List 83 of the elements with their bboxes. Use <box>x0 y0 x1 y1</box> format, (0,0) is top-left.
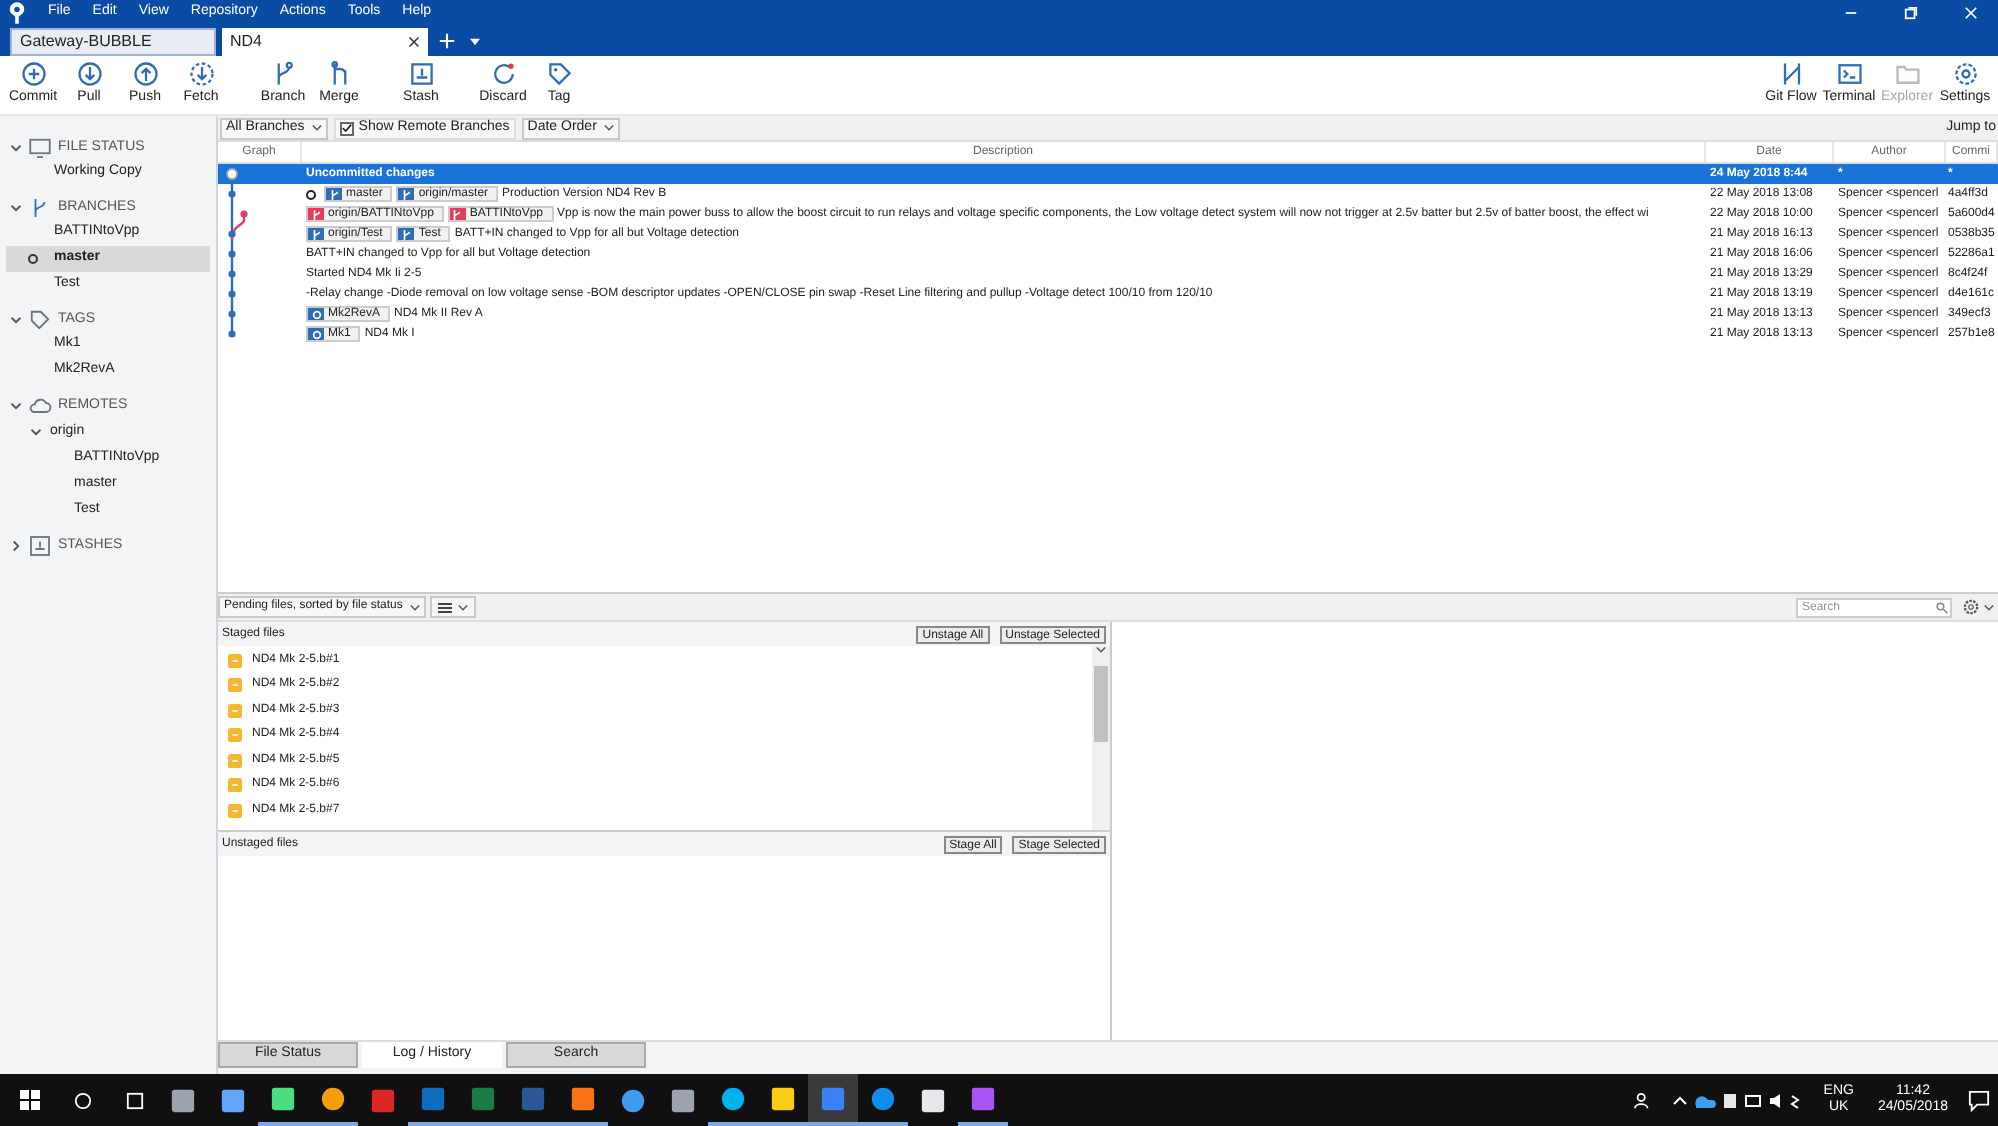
chevron-icon[interactable] <box>10 540 22 552</box>
caret-icon <box>1096 646 1106 654</box>
dropdown-icon[interactable] <box>470 38 480 46</box>
stash-icon <box>28 534 52 558</box>
modified-file-icon <box>228 753 242 768</box>
chevron-icon[interactable] <box>10 314 22 326</box>
branch-icon <box>452 209 463 219</box>
settings-icon <box>1951 60 1979 89</box>
repo-tab[interactable]: Gateway-BUBBLE <box>10 28 216 56</box>
chevron-icon[interactable] <box>30 426 42 438</box>
scrollbar[interactable] <box>1092 646 1110 830</box>
caret-icon <box>604 124 615 132</box>
fetch-icon <box>187 60 215 89</box>
app-icon <box>570 1085 596 1111</box>
restore-icon[interactable] <box>1904 5 1918 19</box>
commit-dot[interactable] <box>228 250 236 258</box>
app-icon <box>820 1085 846 1111</box>
people-icon[interactable] <box>1633 1091 1652 1109</box>
commit-icon <box>19 60 47 89</box>
settings-icon[interactable] <box>1962 598 1980 616</box>
commit-dot[interactable] <box>228 230 236 238</box>
app-icon <box>220 1087 246 1113</box>
caret-icon <box>1984 603 1994 611</box>
discard-icon <box>489 60 517 89</box>
cloud-icon <box>28 394 52 418</box>
branch-icon <box>311 209 321 219</box>
task-view-icon[interactable] <box>124 1091 146 1109</box>
commit-dot[interactable] <box>226 168 238 180</box>
branch-icon <box>401 189 412 199</box>
modified-file-icon <box>228 653 242 668</box>
caret-icon <box>410 603 421 611</box>
app-icon <box>670 1087 696 1113</box>
stash-icon <box>407 60 435 89</box>
repo-tab[interactable]: ND4 <box>222 28 428 56</box>
caret-icon <box>458 603 469 611</box>
app-icon <box>920 1087 946 1113</box>
modified-file-icon <box>228 803 242 818</box>
commit-dot[interactable] <box>228 270 236 278</box>
commit-dot[interactable] <box>240 210 248 218</box>
app-icon <box>320 1085 346 1111</box>
modified-file-icon <box>228 728 242 743</box>
commit-dot[interactable] <box>228 290 236 298</box>
pull-icon <box>75 60 103 89</box>
add-tab-icon[interactable] <box>438 32 456 50</box>
commit-dot[interactable] <box>228 330 236 338</box>
tag-icon <box>28 308 52 332</box>
search-icon <box>1936 601 1948 613</box>
modified-file-icon <box>228 778 242 793</box>
app-icon <box>620 1087 646 1113</box>
push-icon <box>131 60 159 89</box>
app-icon <box>470 1085 496 1111</box>
commit-dot[interactable] <box>228 190 236 198</box>
app-icon <box>720 1085 746 1111</box>
branch-icon <box>329 189 339 199</box>
view-mode-dropdown[interactable] <box>430 596 477 618</box>
app-icon <box>370 1087 396 1113</box>
app-icon <box>270 1085 296 1111</box>
chevron-icon[interactable] <box>10 142 22 154</box>
explorer-icon <box>1893 60 1921 89</box>
chevron-icon[interactable] <box>10 400 22 412</box>
app-icon <box>870 1085 896 1111</box>
close-icon[interactable] <box>408 36 420 48</box>
tag-icon <box>545 60 573 89</box>
chevron-icon[interactable] <box>10 202 22 214</box>
modified-file-icon <box>228 703 242 718</box>
notifications-icon[interactable] <box>1968 1089 1990 1111</box>
app-icon <box>520 1085 546 1111</box>
monitor-icon <box>28 136 52 160</box>
list-icon <box>438 601 453 613</box>
app-icon <box>170 1087 196 1113</box>
app-icon <box>420 1085 446 1111</box>
modified-file-icon <box>228 678 242 693</box>
checkmark-icon <box>342 122 353 134</box>
branch-line <box>230 214 246 241</box>
search-icon[interactable] <box>74 1091 92 1109</box>
branch-icon <box>401 229 412 239</box>
windows-start-icon[interactable] <box>20 1090 40 1110</box>
commit-dot[interactable] <box>228 310 236 318</box>
caret-icon <box>312 124 323 132</box>
terminal-icon <box>1835 60 1863 89</box>
app-icon <box>770 1085 796 1111</box>
branch-icon <box>311 229 321 239</box>
app-icon <box>970 1085 996 1111</box>
